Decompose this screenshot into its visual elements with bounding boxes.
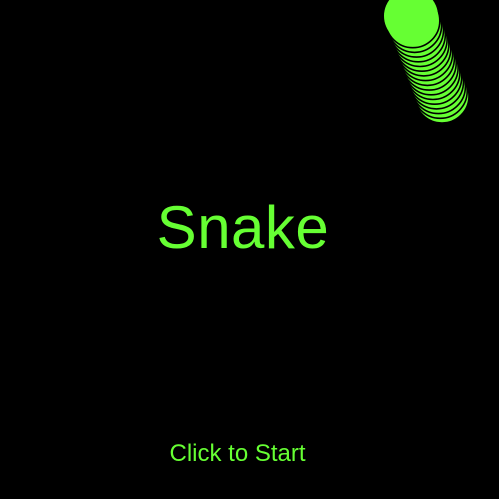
game-title: Snake [156, 194, 330, 261]
game-start-screen[interactable]: Snake Click to Start [0, 0, 499, 499]
click-to-start-prompt[interactable]: Click to Start [0, 440, 475, 468]
